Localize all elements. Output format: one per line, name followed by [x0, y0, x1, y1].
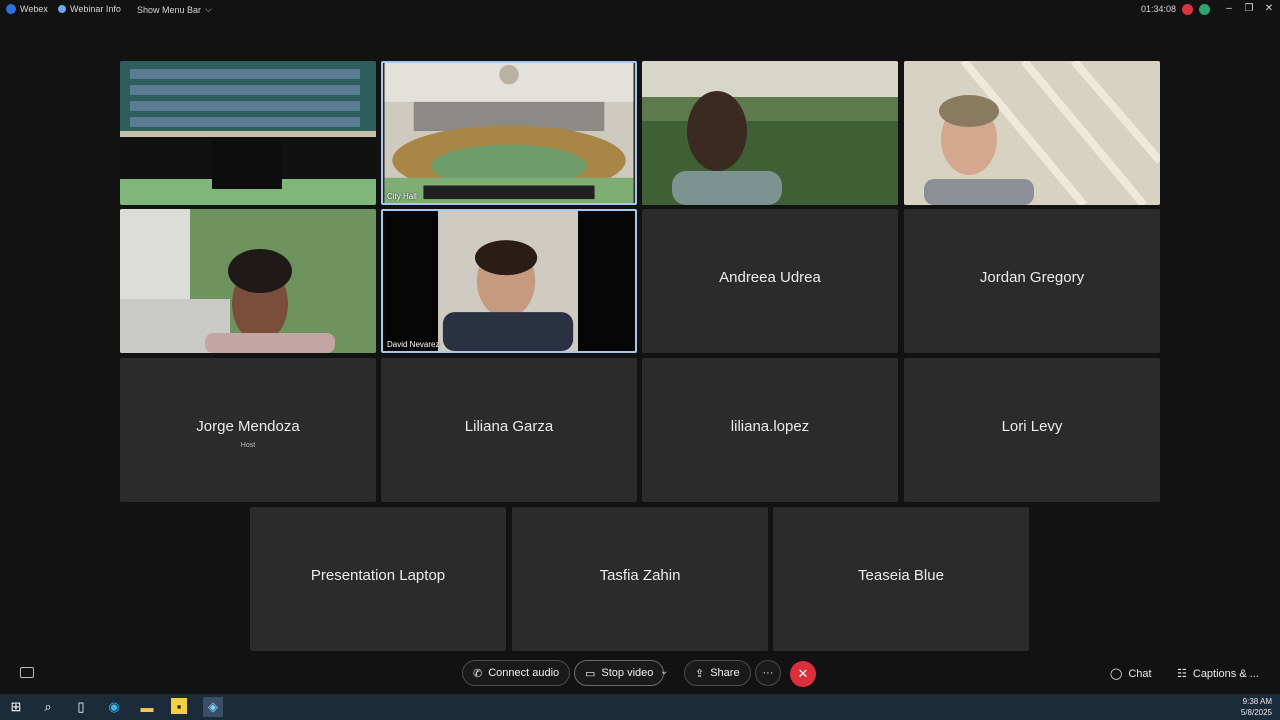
leave-meeting-button[interactable]: ✕: [790, 661, 816, 687]
chat-label: Chat: [1128, 667, 1152, 680]
tile-caption: City Hall: [387, 192, 417, 201]
captions-label: Captions & ...: [1192, 667, 1259, 680]
stop-video-button[interactable]: ▭ Stop video: [574, 660, 665, 686]
edge-browser-icon[interactable]: ◉: [105, 698, 123, 716]
recording-icon[interactable]: [1182, 4, 1193, 15]
participant-tile-presentation-laptop[interactable]: Presentation Laptop: [250, 507, 506, 651]
captions-button[interactable]: ☷ Captions & ...: [1177, 667, 1259, 681]
close-icon[interactable]: ✕: [1262, 2, 1276, 16]
video-tile-city-hall[interactable]: City Hall: [381, 61, 637, 205]
webinar-info-label: Webinar Info: [70, 4, 121, 14]
participant-name: liliana.lopez: [730, 418, 810, 435]
connect-audio-label: Connect audio: [488, 667, 560, 679]
clock-time: 9:38 AM: [1242, 697, 1272, 706]
participant-tile-lori[interactable]: Lori Levy: [904, 358, 1160, 502]
council-chamber-video: [120, 61, 376, 205]
connect-audio-button[interactable]: ✆ Connect audio: [462, 660, 571, 686]
restore-icon[interactable]: ❐: [1242, 2, 1256, 16]
file-icon[interactable]: ▯: [72, 698, 90, 716]
search-icon[interactable]: ⌕: [39, 698, 57, 716]
clock-date: 5/8/2025: [1240, 708, 1272, 717]
participant-video: [642, 61, 898, 205]
meeting-timer: 01:34:08: [1141, 4, 1177, 14]
system-clock[interactable]: 9:38 AM 5/8/2025: [1241, 696, 1272, 718]
participant-name: Jordan Gregory: [979, 269, 1085, 286]
windows-start-icon[interactable]: ⊞: [7, 698, 25, 716]
chat-bubble-icon: ◯: [1110, 668, 1123, 680]
participant-name: Presentation Laptop: [310, 567, 446, 584]
webex-taskbar-icon[interactable]: ◈: [203, 697, 223, 717]
security-icon[interactable]: [1199, 4, 1210, 15]
video-tile-participant-window[interactable]: [904, 61, 1160, 205]
title-bar: Webex Webinar Info Show Menu Bar ⌵ 01:34…: [0, 0, 1280, 20]
video-tile-david[interactable]: David Nevarez: [381, 209, 637, 353]
chevron-down-icon: ⌵: [205, 4, 212, 14]
participant-video: [120, 209, 376, 353]
video-options-chevron-icon[interactable]: ⌄: [660, 666, 668, 677]
file-explorer-icon[interactable]: ▬: [138, 698, 156, 716]
chat-button[interactable]: ◯ Chat: [1110, 667, 1152, 681]
participant-name: Tasfia Zahin: [599, 567, 681, 584]
participant-name: Andreea Udrea: [719, 269, 821, 286]
host-label: Host: [240, 442, 256, 449]
share-button[interactable]: ⇪ Share: [684, 660, 751, 686]
meeting-controls: ✆ Connect audio ▭ Stop video ⌄ ⇪ Share ·…: [0, 656, 1280, 692]
participant-tile-tasfia[interactable]: Tasfia Zahin: [512, 507, 768, 651]
participant-video: [384, 211, 634, 351]
minimize-icon[interactable]: –: [1222, 2, 1236, 16]
windows-taskbar: ⊞ ⌕ ▯ ◉ ▬ ▪ ◈ 9:38 AM 5/8/2025: [0, 694, 1280, 720]
video-tile-participant-garden[interactable]: [120, 209, 376, 353]
phone-icon: ✆: [473, 667, 483, 680]
tile-caption: David Nevarez: [387, 340, 440, 349]
layout-icon[interactable]: [20, 667, 34, 678]
captions-icon: ☷: [1177, 668, 1187, 680]
app-label: Webex: [20, 4, 48, 14]
participant-video: [904, 61, 1160, 205]
participant-name: Jorge Mendoza: [196, 418, 300, 435]
stop-video-label: Stop video: [601, 667, 654, 679]
share-label: Share: [710, 667, 740, 679]
more-icon: ···: [762, 667, 774, 679]
more-options-button[interactable]: ···: [755, 660, 781, 686]
participant-tile-jorge[interactable]: Jorge Mendoza Host: [120, 358, 376, 502]
participant-tile-jordan[interactable]: Jordan Gregory: [904, 209, 1160, 353]
webinar-info-button[interactable]: Webinar Info: [58, 4, 121, 14]
show-menu-label: Show Menu Bar: [137, 4, 202, 15]
city-hall-video: [384, 63, 634, 203]
webex-logo-icon: [6, 4, 16, 14]
participant-name: Liliana Garza: [464, 418, 554, 435]
video-tile-participant-outdoor[interactable]: [642, 61, 898, 205]
sticky-notes-icon[interactable]: ▪: [171, 698, 187, 714]
participant-tile-andreea[interactable]: Andreea Udrea: [642, 209, 898, 353]
video-camera-icon: ▭: [585, 667, 596, 680]
close-x-icon: ✕: [797, 666, 809, 681]
shield-icon: [58, 5, 66, 13]
show-menu-bar-button[interactable]: Show Menu Bar ⌵: [137, 4, 212, 15]
participant-tile-liliana-garza[interactable]: Liliana Garza: [381, 358, 637, 502]
video-tile-chamber-empty[interactable]: [120, 61, 376, 205]
participant-tile-teaseia[interactable]: Teaseia Blue: [773, 507, 1029, 651]
participant-name: Lori Levy: [1001, 418, 1063, 435]
webex-menu[interactable]: Webex: [6, 4, 48, 14]
participant-tile-liliana-lopez[interactable]: liliana.lopez: [642, 358, 898, 502]
share-screen-icon: ⇪: [695, 667, 705, 680]
participant-name: Teaseia Blue: [858, 567, 944, 584]
